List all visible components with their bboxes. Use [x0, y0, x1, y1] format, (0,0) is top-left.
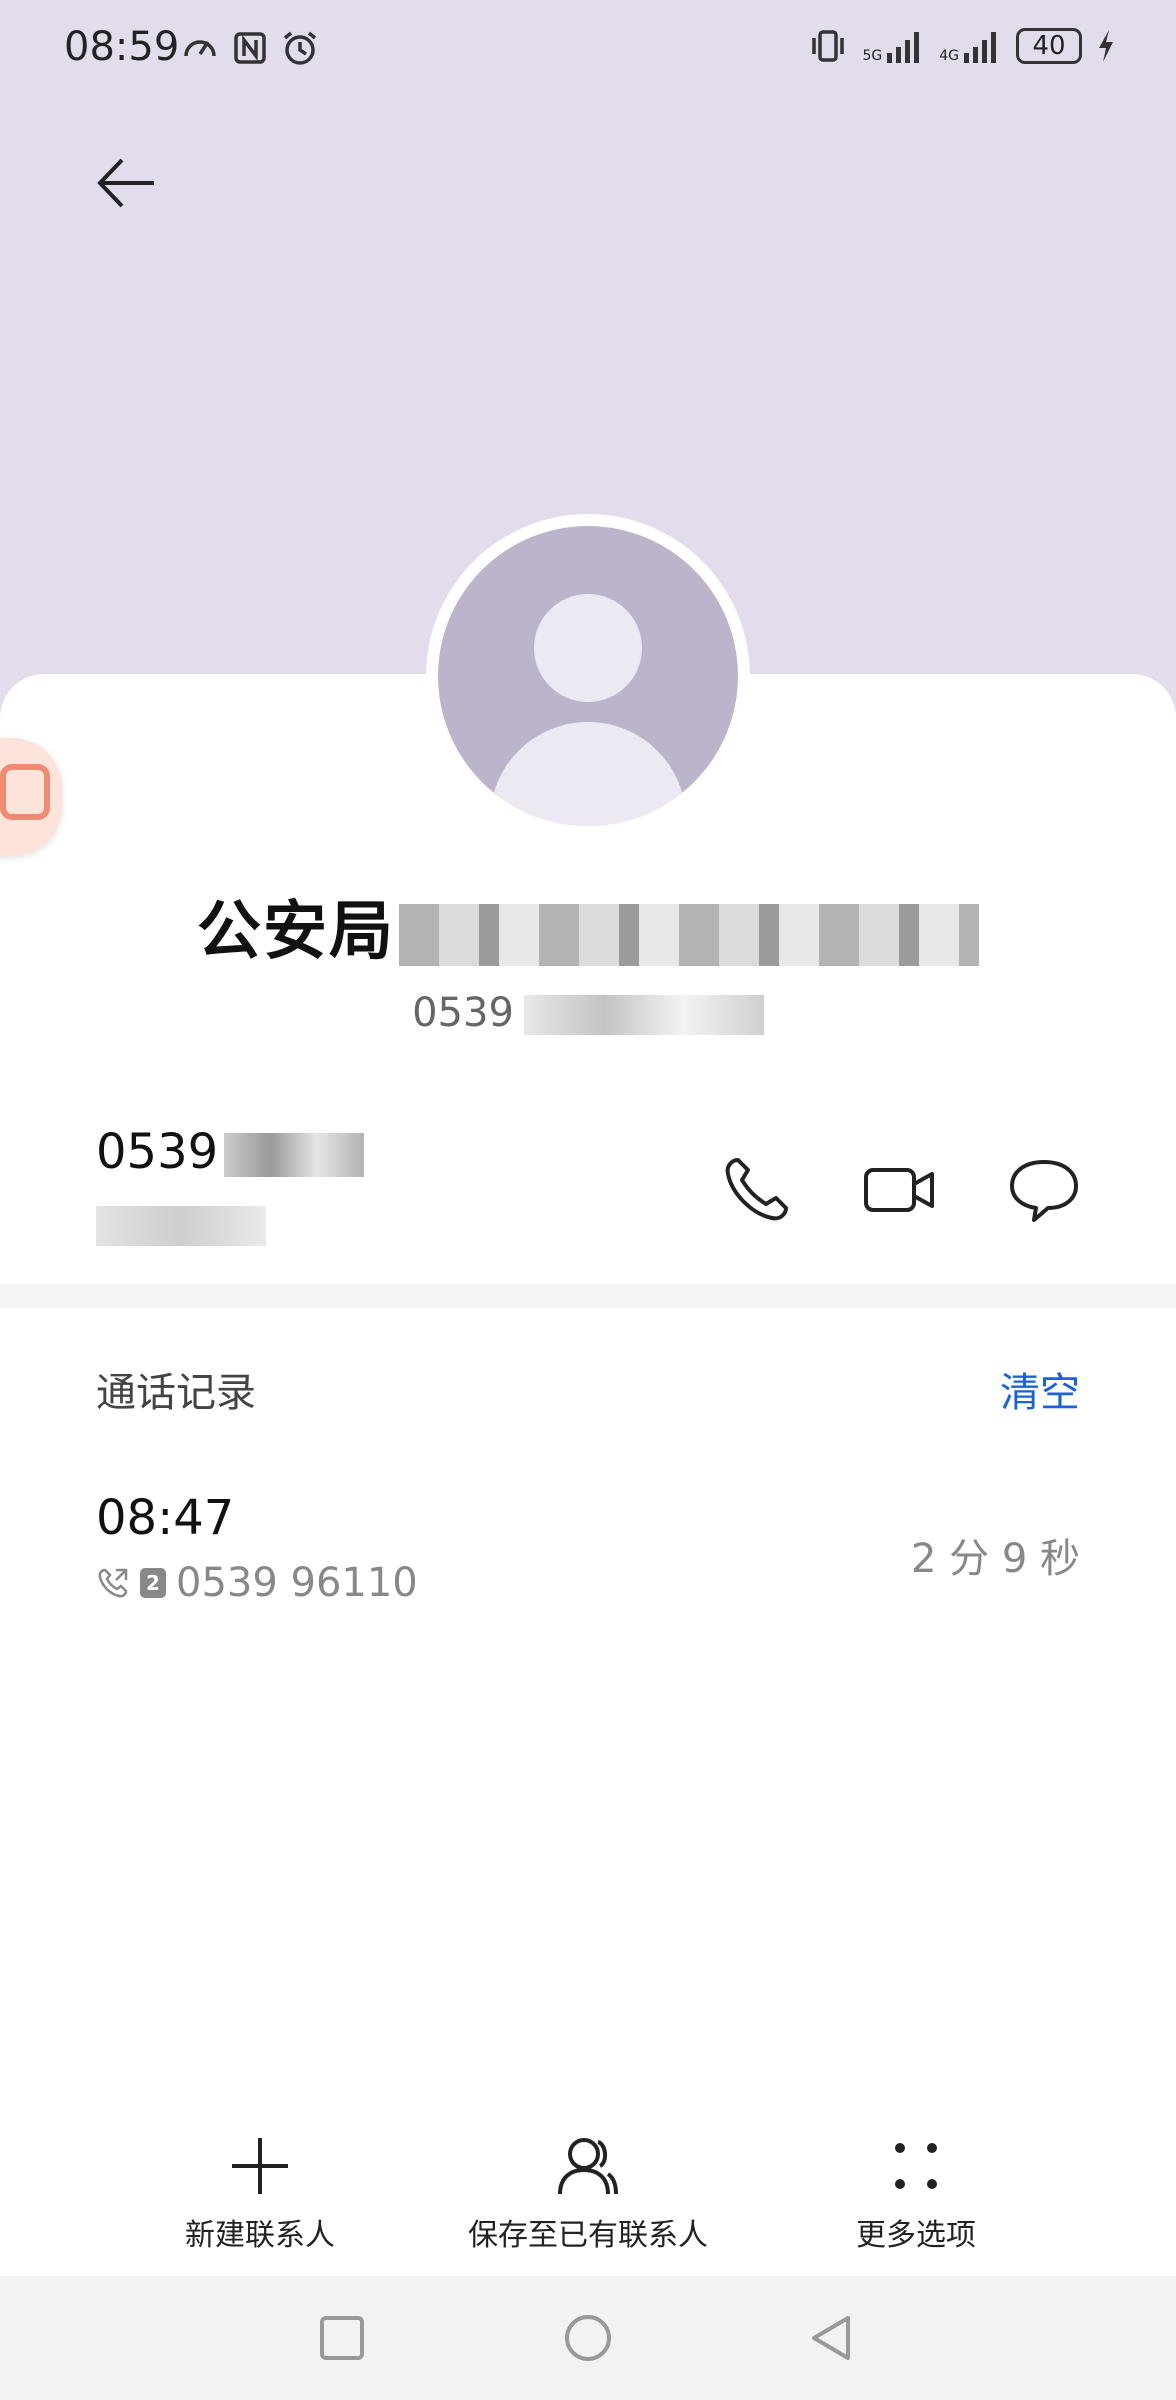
- contact-subtitle-text: 0539: [412, 990, 514, 1036]
- contact-name-redacted: [399, 904, 979, 967]
- signal-5g-icon: 5G: [862, 29, 925, 63]
- back-arrow-icon: [97, 158, 154, 208]
- speedometer-icon: [184, 40, 216, 57]
- back-nav-icon[interactable]: [804, 2310, 860, 2366]
- call-log-time: 08:47: [96, 1490, 235, 1546]
- sim-badge-icon: 2: [140, 1568, 166, 1598]
- clear-button[interactable]: 清空: [1000, 1360, 1080, 1418]
- more-options-button[interactable]: 更多选项: [746, 2134, 1086, 2254]
- call-log-title: 通话记录: [96, 1370, 256, 1416]
- call-log-detail: 2 0539 96110: [96, 1560, 418, 1606]
- number-location-redacted: [96, 1206, 266, 1246]
- phone-icon[interactable]: [718, 1152, 794, 1228]
- signal-4g-icon: 4G: [939, 29, 1002, 63]
- alarm-icon: [283, 31, 317, 65]
- contacts-icon: [558, 2138, 618, 2195]
- phone-number[interactable]: 0539: [96, 1124, 365, 1180]
- new-contact-label: 新建联系人: [185, 2218, 335, 2253]
- more-dots-icon: [895, 2143, 937, 2189]
- status-left-icons: [180, 28, 320, 68]
- more-options-label: 更多选项: [856, 2218, 976, 2253]
- contact-name: 公安局: [0, 880, 1176, 972]
- status-time: 08:59: [64, 24, 180, 70]
- phone-number-redacted: [224, 1133, 365, 1177]
- vibrate-icon: [812, 30, 845, 62]
- message-icon[interactable]: [1006, 1152, 1082, 1228]
- person-avatar-icon: [534, 594, 642, 702]
- battery-icon: 40: [1016, 28, 1082, 64]
- subtitle-redacted: [523, 995, 764, 1035]
- call-log-number: 0539 96110: [176, 1560, 418, 1606]
- network-4g-label: 4G: [939, 48, 959, 64]
- contact-name-text: 公安局: [197, 895, 395, 969]
- charging-icon: [1099, 30, 1113, 62]
- outgoing-call-icon: [98, 1568, 128, 1598]
- save-existing-label: 保存至已有联系人: [468, 2218, 708, 2253]
- widget-logo-icon: [0, 764, 50, 820]
- new-contact-button[interactable]: 新建联系人: [90, 2134, 430, 2254]
- save-existing-button[interactable]: 保存至已有联系人: [418, 2134, 758, 2254]
- section-divider: [0, 1284, 1176, 1308]
- navigation-bar: [0, 2276, 1176, 2400]
- nfc-icon: [234, 32, 266, 64]
- call-log-duration: 2 分 9 秒: [910, 1536, 1080, 1582]
- video-call-icon[interactable]: [862, 1152, 938, 1228]
- network-5g-label: 5G: [862, 48, 883, 64]
- contact-subtitle: 0539: [0, 990, 1176, 1036]
- avatar-body-shape: [490, 722, 686, 826]
- recent-apps-icon[interactable]: [314, 2310, 370, 2366]
- phone-number-text: 0539: [96, 1124, 219, 1180]
- status-right-icons: 5G 4G 40: [808, 26, 1116, 66]
- plus-icon: [232, 2138, 288, 2194]
- status-bar: 08:59 5G 4G 40: [0, 0, 1176, 100]
- avatar[interactable]: [438, 526, 738, 826]
- back-button[interactable]: [92, 148, 172, 218]
- number-location: [96, 1206, 266, 1255]
- home-icon[interactable]: [560, 2310, 616, 2366]
